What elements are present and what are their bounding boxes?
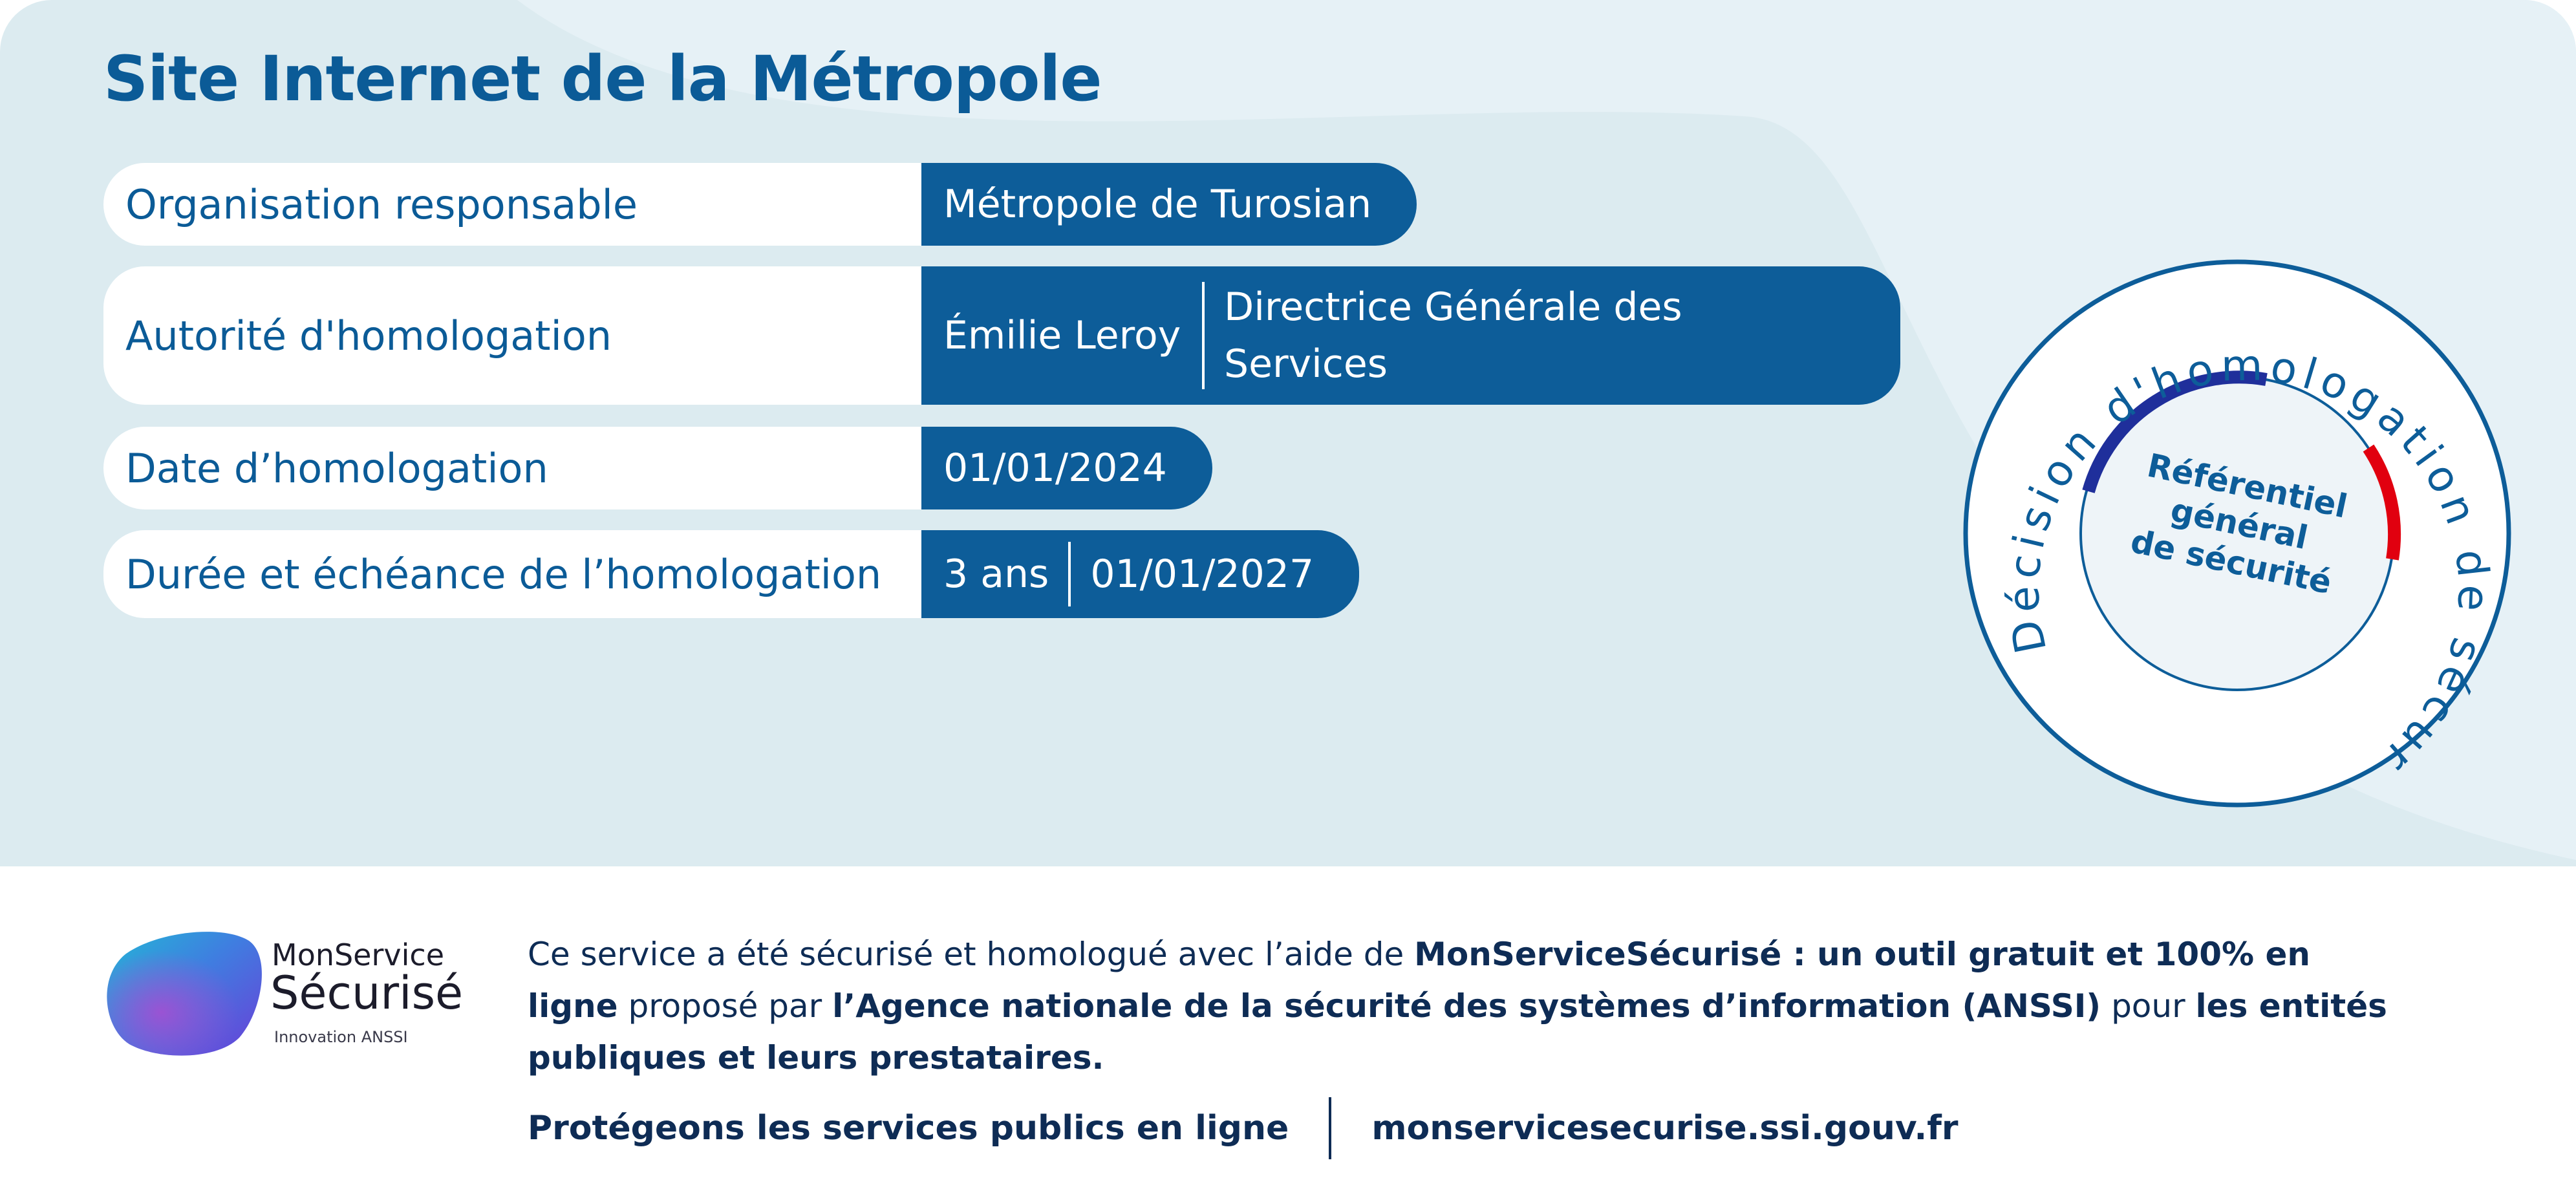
organisation-name: Métropole de Turosian [943, 182, 1372, 227]
tagline-separator [1329, 1097, 1332, 1159]
desc-bold-2: l’Agence nationale de la sécurité des sy… [832, 987, 2101, 1025]
footer-tagline: Protégeons les services publics en ligne [528, 1109, 1289, 1148]
row-duree: Durée et échéance de l’homologation 3 an… [103, 530, 1360, 618]
date-label: Date d’homologation [103, 427, 921, 509]
autorite-label: Autorité d'homologation [103, 266, 921, 405]
organisation-label: Organisation responsable [103, 163, 921, 246]
date-value: 01/01/2024 [921, 427, 1212, 509]
organisation-value: Métropole de Turosian [921, 163, 1417, 246]
brand-line-3: Innovation ANSSI [274, 1028, 408, 1046]
footer: MonService Sécurisé Innovation ANSSI Ce … [0, 866, 2576, 1200]
footer-url-link[interactable]: monservicesecurise.ssi.gouv.fr [1371, 1109, 1958, 1148]
page-title: Site Internet de la Métropole [103, 43, 1102, 115]
homologation-card: Site Internet de la Métropole Organisati… [0, 0, 2576, 1200]
brand-line-2: Sécurisé [270, 967, 464, 1020]
value-separator [1202, 282, 1205, 389]
duree-value: 3 ans 01/01/2027 [921, 530, 1360, 618]
security-seal: Décision d'homologation de sécurité Réfé… [1959, 255, 2511, 808]
desc-text-1: Ce service a été sécurisé et homologué a… [528, 936, 1415, 973]
duree-label: Durée et échéance de l’homologation [103, 530, 921, 618]
desc-text-3: pour [2101, 987, 2196, 1025]
date-text: 01/01/2024 [943, 445, 1167, 491]
desc-text-2: proposé par [617, 987, 833, 1025]
autorite-role: Directrice Générale des Services [1224, 284, 1682, 387]
row-date: Date d’homologation 01/01/2024 [103, 427, 1212, 509]
value-separator [1068, 542, 1071, 606]
autorite-value: Émilie Leroy Directrice Générale des Ser… [921, 266, 1900, 405]
row-autorite: Autorité d'homologation Émilie Leroy Dir… [103, 266, 1900, 405]
header-panel: Site Internet de la Métropole Organisati… [0, 0, 2576, 866]
autorite-name: Émilie Leroy [943, 313, 1181, 358]
duree-duration: 3 ans [943, 552, 1049, 597]
duree-expiry: 01/01/2027 [1090, 552, 1315, 597]
footer-tagline-bar: Protégeons les services publics en ligne… [528, 1097, 1959, 1159]
footer-description: Ce service a été sécurisé et homologué a… [528, 928, 2390, 1084]
row-organisation: Organisation responsable Métropole de Tu… [103, 163, 1417, 246]
